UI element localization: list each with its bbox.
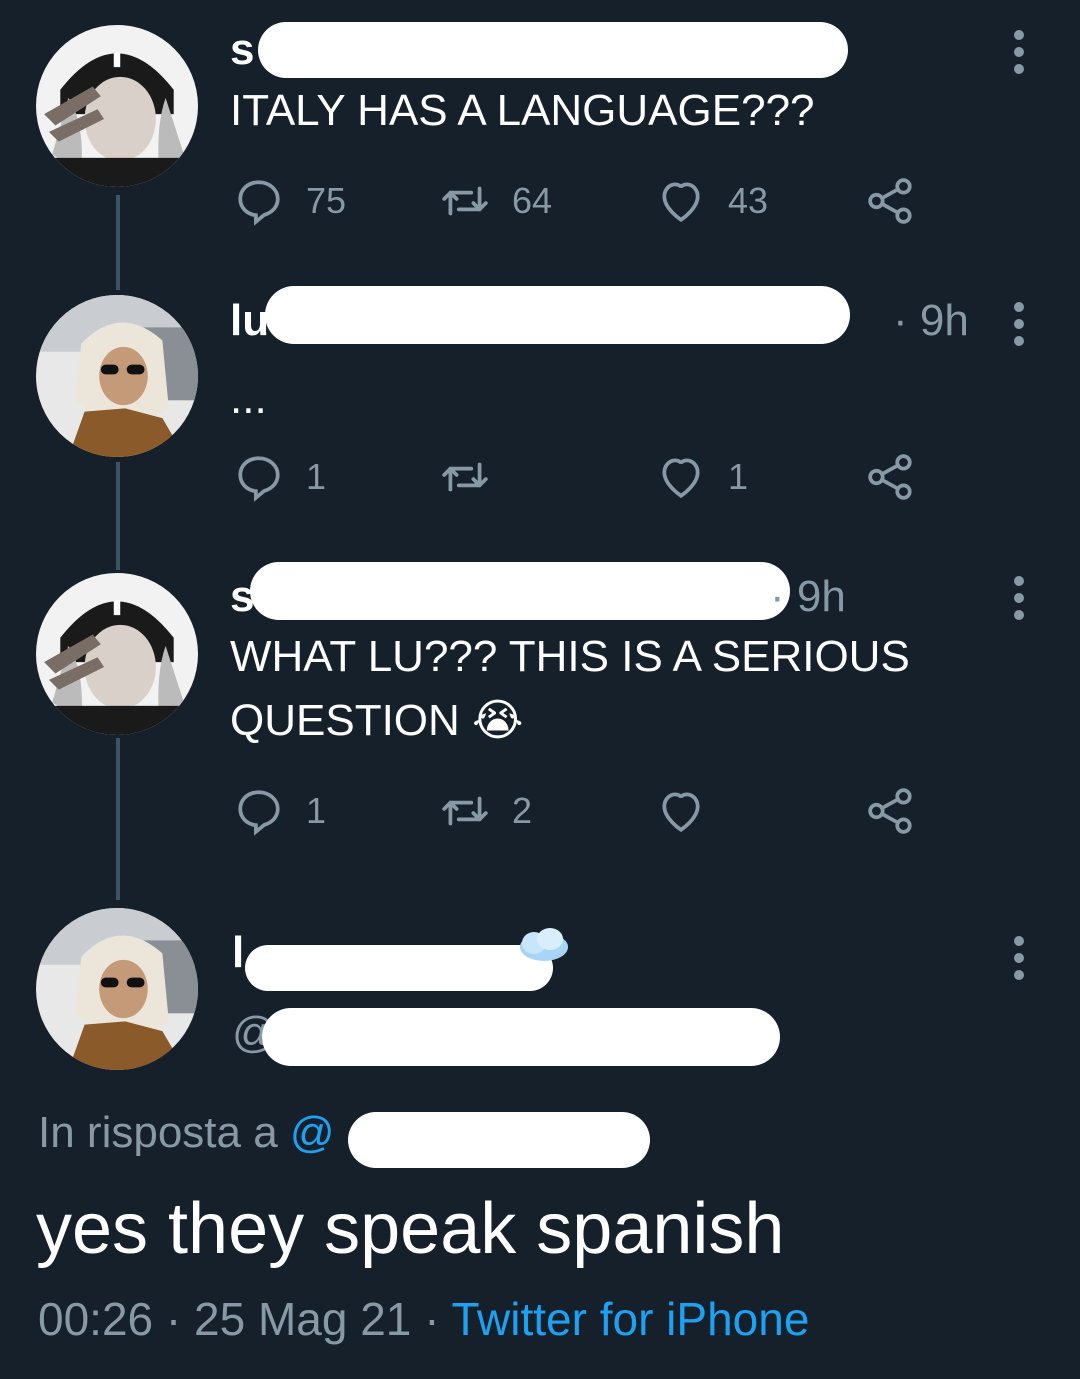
avatar[interactable] xyxy=(36,295,198,457)
reply-icon xyxy=(238,456,280,502)
share-icon xyxy=(868,454,912,500)
reply-count: 1 xyxy=(306,790,327,831)
thread-line xyxy=(116,462,120,570)
share-button[interactable] xyxy=(866,452,916,502)
like-icon xyxy=(662,458,700,498)
redaction xyxy=(262,1008,780,1066)
tweet-text: WHAT LU??? THIS IS A SERIOUS xyxy=(230,632,910,681)
author-name[interactable]: s xyxy=(230,25,254,75)
reply-context-label: In risposta a xyxy=(38,1108,278,1157)
retweet-icon xyxy=(442,186,488,216)
tweet-timestamp: 00:26 · 25 Mag 21 · Twitter for iPhone xyxy=(38,1292,809,1346)
like-icon xyxy=(662,182,700,222)
like-count: 43 xyxy=(728,180,769,221)
author-name[interactable]: lu xyxy=(230,296,269,346)
more-icon[interactable] xyxy=(1014,30,1026,81)
tweet-time: 00:26 xyxy=(38,1293,154,1345)
cloud-emoji-icon xyxy=(514,925,572,965)
reply-icon xyxy=(238,790,280,836)
reply-count: 1 xyxy=(306,456,327,497)
retweet-button[interactable]: 2 xyxy=(440,786,532,836)
tweet-source-link[interactable]: Twitter for iPhone xyxy=(451,1293,809,1345)
avatar[interactable] xyxy=(36,25,198,187)
share-button[interactable] xyxy=(866,786,916,836)
avatar[interactable] xyxy=(36,573,198,735)
retweet-count: 2 xyxy=(512,790,533,831)
redaction xyxy=(245,945,553,991)
tweet-text: ... xyxy=(230,374,267,423)
redaction xyxy=(258,22,848,78)
share-icon xyxy=(868,788,912,834)
retweet-button[interactable] xyxy=(440,452,512,502)
retweet-button[interactable]: 64 xyxy=(440,176,552,226)
separator: · xyxy=(424,1293,440,1345)
reply-button[interactable]: 1 xyxy=(234,786,326,836)
share-icon xyxy=(868,178,912,224)
reply-context-mention[interactable]: @ xyxy=(290,1108,335,1157)
reply-button[interactable]: 75 xyxy=(234,176,346,226)
more-icon[interactable] xyxy=(1014,302,1026,353)
like-button[interactable]: 1 xyxy=(656,452,748,502)
tweet-date: 25 Mag 21 xyxy=(194,1293,412,1345)
tweet-text: ITALY HAS A LANGUAGE??? xyxy=(230,86,815,135)
tweet-text: QUESTION 😭 xyxy=(230,690,523,752)
like-count: 1 xyxy=(728,456,749,497)
redaction xyxy=(250,562,790,620)
reply-icon xyxy=(238,180,280,226)
retweet-icon xyxy=(442,462,488,492)
separator: · xyxy=(165,1293,182,1345)
tweet-time[interactable]: · 9h xyxy=(770,572,846,622)
retweet-count: 64 xyxy=(512,180,553,221)
main-tweet-text: yes they speak spanish xyxy=(36,1189,785,1269)
tweet-text-line: QUESTION xyxy=(230,696,460,745)
avatar[interactable] xyxy=(36,908,198,1070)
tweet-time[interactable]: · 9h xyxy=(893,296,969,346)
reply-count: 75 xyxy=(306,180,347,221)
redaction xyxy=(348,1112,650,1168)
share-button[interactable] xyxy=(866,176,916,226)
thread-line xyxy=(116,195,120,290)
more-icon[interactable] xyxy=(1014,936,1026,987)
thread-line xyxy=(116,738,120,900)
more-icon[interactable] xyxy=(1014,576,1026,627)
like-button[interactable]: 43 xyxy=(656,176,768,226)
retweet-icon xyxy=(442,796,488,826)
reply-context: In risposta a @ xyxy=(38,1108,335,1158)
like-button[interactable] xyxy=(656,786,728,836)
redaction xyxy=(265,286,850,344)
author-name[interactable]: l xyxy=(232,928,244,978)
crying-emoji-icon: 😭 xyxy=(472,696,524,745)
like-icon xyxy=(662,792,700,832)
reply-button[interactable]: 1 xyxy=(234,452,326,502)
